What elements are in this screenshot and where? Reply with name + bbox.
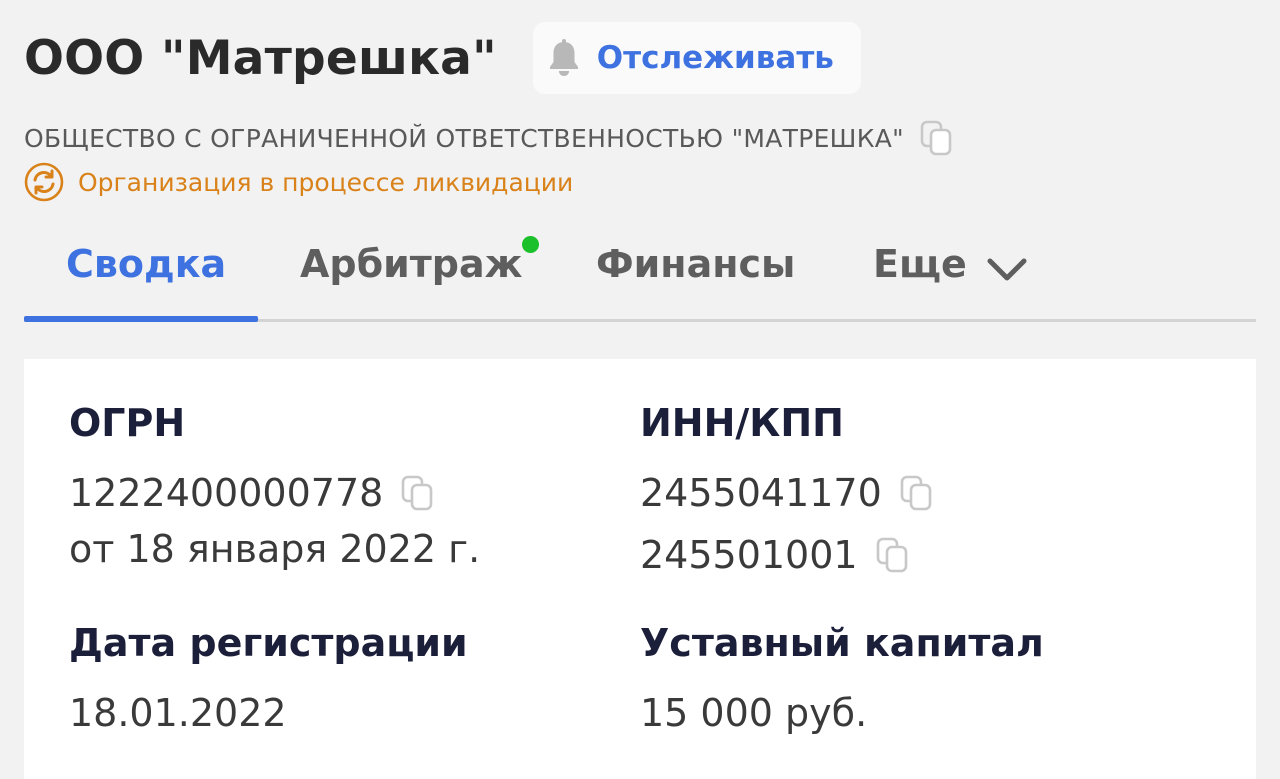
liquidation-status-icon [24,162,64,202]
full-name-row: ОБЩЕСТВО С ОГРАНИЧЕННОЙ ОТВЕТСТВЕННОСТЬЮ… [24,120,954,156]
company-full-name: ОБЩЕСТВО С ОГРАНИЧЕННОЙ ОТВЕТСТВЕННОСТЬЮ… [24,123,904,153]
page-title: ООО "Матрешка" [24,30,497,86]
ogrn-number: 1222400000778 [69,471,384,515]
company-header: ООО "Матрешка" Отслеживать [24,22,861,94]
active-tab-indicator [24,316,258,322]
authorized-capital-value: 15 000 руб. [640,691,868,735]
follow-button[interactable]: Отслеживать [532,22,861,94]
copy-icon[interactable] [401,475,435,511]
kpp-value: 245501001 [640,533,910,577]
copy-icon[interactable] [920,120,954,156]
ogrn-date: от 18 января 2022 г. [69,527,481,571]
chevron-down-icon[interactable] [986,256,1028,284]
tab-more[interactable]: Еще [873,242,967,286]
inn-kpp-label: ИНН/КПП [640,401,844,445]
tab-arbitration[interactable]: Арбитраж [300,242,522,286]
tab-finance[interactable]: Финансы [596,242,795,286]
inn-number: 2455041170 [640,471,882,515]
notification-dot [522,236,539,253]
registration-date-value: 18.01.2022 [69,691,287,735]
bell-icon [549,39,578,76]
summary-card: ОГРН 1222400000778 от 18 января 2022 г. … [24,359,1256,779]
status-row: Организация в процессе ликвидации [24,162,573,202]
tab-bar: Сводка Арбитраж Финансы Еще [24,222,1256,322]
kpp-number: 245501001 [640,533,858,577]
authorized-capital-label: Уставный капитал [640,621,1044,665]
registration-date-label: Дата регистрации [69,621,468,665]
ogrn-value: 1222400000778 [69,471,435,515]
follow-label: Отслеживать [596,40,834,76]
copy-icon[interactable] [876,537,910,573]
status-text: Организация в процессе ликвидации [78,167,574,197]
copy-icon[interactable] [900,475,934,511]
inn-value: 2455041170 [640,471,934,515]
tab-summary[interactable]: Сводка [66,242,226,286]
ogrn-label: ОГРН [69,401,186,445]
